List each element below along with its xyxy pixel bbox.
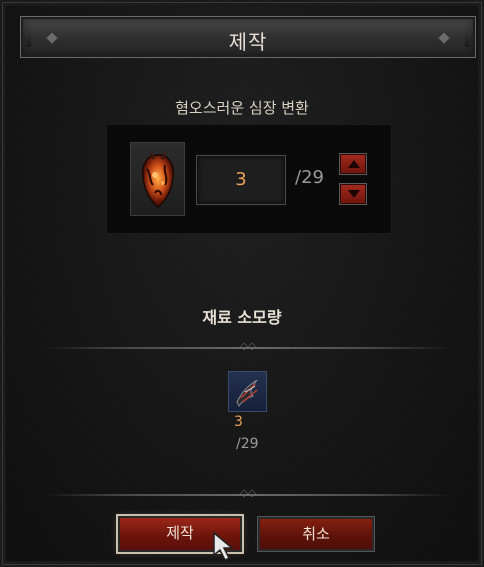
material-slot[interactable] (228, 371, 267, 412)
crafting-window: 제작 혐오스러운 심장 변환 3 /29 재료 소모량 ◇◇ 3 /29 ◇◇ … (0, 0, 484, 567)
material-required: /29 (236, 436, 259, 452)
divider-ornament-icon: ◇◇ (240, 341, 256, 352)
window-titlebar: 제작 (20, 16, 476, 58)
arrow-up-icon (348, 160, 360, 168)
max-quantity-label: /29 (295, 167, 324, 188)
decrease-quantity-button[interactable] (339, 183, 367, 205)
divider-ornament-icon: ◇◇ (240, 488, 256, 499)
cancel-button[interactable]: 취소 (257, 516, 375, 552)
section-divider-bottom: ◇◇ (46, 489, 450, 499)
window-title: 제작 (228, 30, 268, 54)
abhorrent-heart-icon (141, 152, 175, 208)
quantity-input[interactable]: 3 (196, 155, 286, 205)
arrow-down-icon (348, 190, 360, 198)
titlebar-right-edge (465, 27, 469, 47)
material-count: 3 (234, 414, 243, 430)
materials-header: 재료 소모량 (202, 308, 282, 327)
item-panel: 3 /29 (106, 124, 392, 234)
recipe-name: 혐오스러운 심장 변환 (175, 99, 309, 117)
section-divider-top: ◇◇ (46, 342, 450, 352)
increase-quantity-button[interactable] (339, 153, 367, 175)
material-claw-icon (236, 379, 258, 407)
item-slot[interactable] (130, 142, 185, 216)
mouse-cursor-icon (213, 531, 235, 562)
